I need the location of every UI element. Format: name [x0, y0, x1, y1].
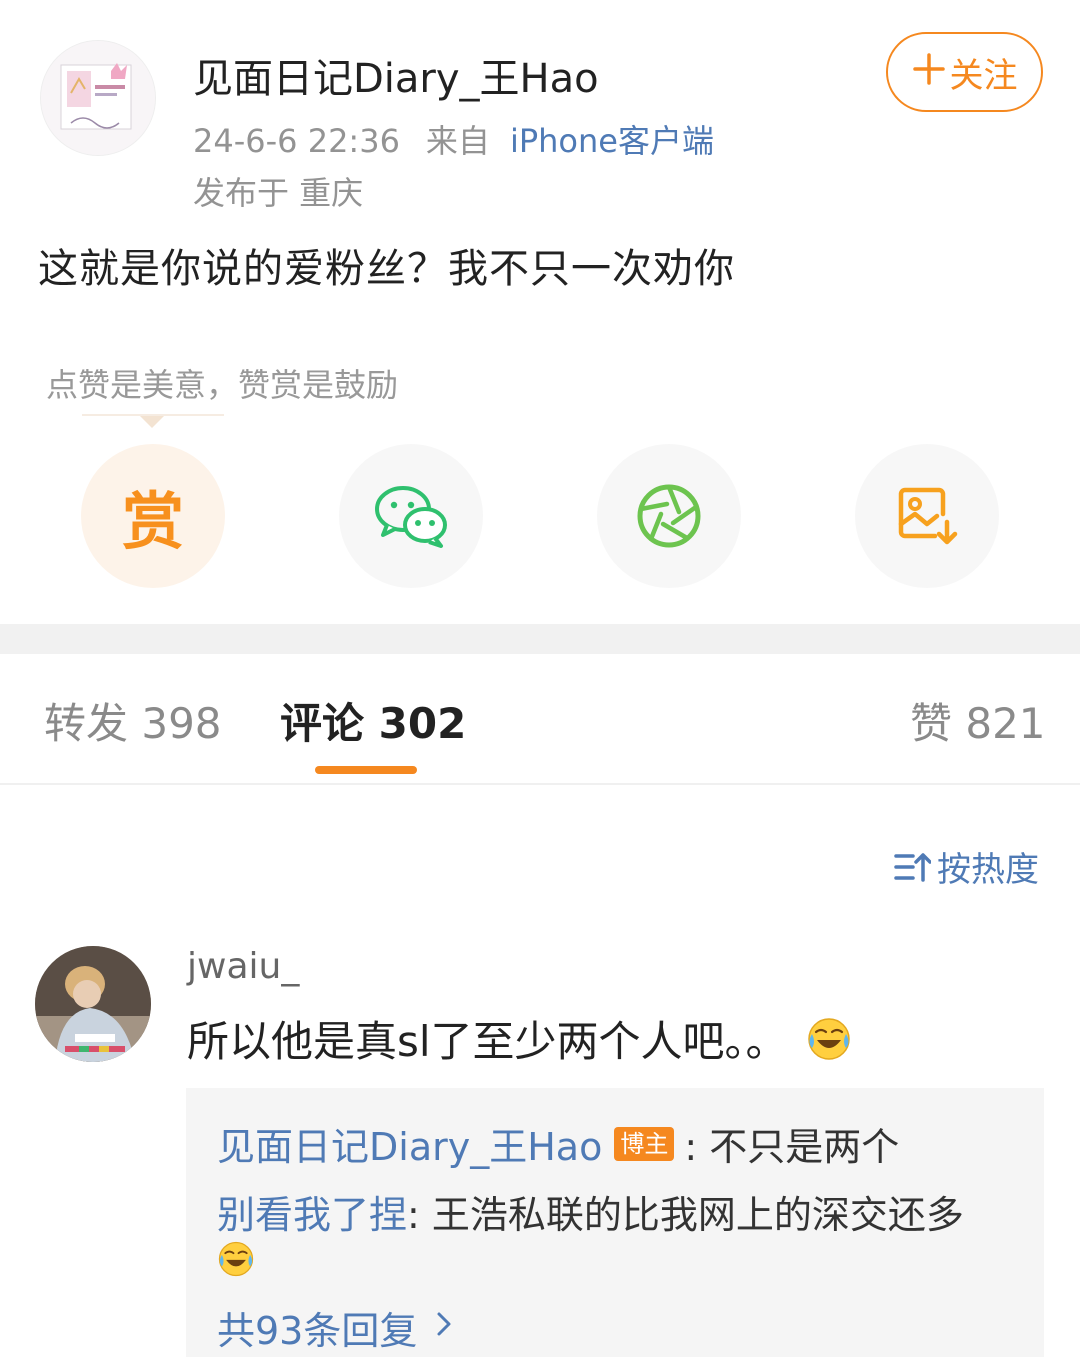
reply-item[interactable]: 别看我了捏 : 王浩私联的比我网上的深交还多 [217, 1184, 964, 1239]
post-source[interactable]: iPhone客户端 [510, 122, 714, 160]
reward-hint: 点赞是美意，赞赏是鼓励 [46, 366, 399, 404]
author-avatar[interactable] [40, 40, 156, 156]
laughing-crying-emoji-icon [218, 1241, 254, 1277]
moments-icon [637, 484, 701, 548]
active-tab-indicator [315, 766, 417, 774]
reward-icon: 赏 [121, 485, 184, 558]
reply-author[interactable]: 别看我了捏 [217, 1184, 407, 1239]
tab-comment[interactable]: 评论 302 [280, 690, 466, 751]
sort-by-hot-button[interactable]: 按热度 [893, 842, 1039, 891]
reply-emoji [217, 1240, 255, 1282]
author-name[interactable]: 见面日记Diary_王Hao [193, 46, 599, 104]
reward-button[interactable]: 赏 [81, 444, 225, 588]
post-meta: 24-6-6 22:36 来自 iPhone客户端 [193, 116, 714, 162]
laughing-crying-emoji-icon [807, 1017, 850, 1060]
wechat-share-button[interactable] [339, 444, 483, 588]
section-divider [0, 624, 1080, 654]
save-image-button[interactable] [855, 444, 999, 588]
tab-like[interactable]: 赞 821 [910, 690, 1046, 751]
commenter-name[interactable]: jwaiu_ [187, 946, 299, 987]
from-label: 来自 [425, 122, 490, 160]
wechat-icon [375, 486, 447, 548]
comment-text: 所以他是真sl了至少两个人吧。。 [187, 1008, 852, 1069]
reply-item[interactable]: 见面日记Diary_王Hao 博主 : 不只是两个 [217, 1116, 899, 1171]
tabs-divider [0, 783, 1080, 785]
commenter-avatar[interactable] [35, 946, 151, 1062]
plus-icon [912, 52, 946, 93]
post-text: 这就是你说的爱粉丝？我不只一次劝你 [38, 246, 735, 292]
follow-label: 关注 [949, 55, 1018, 96]
save-image-icon [898, 487, 958, 545]
post-timestamp: 24-6-6 22:36 [193, 122, 400, 160]
hint-caret [140, 416, 164, 428]
comment-body: 所以他是真sl了至少两个人吧。。 [187, 1017, 788, 1066]
follow-button[interactable]: 关注 [886, 32, 1043, 112]
moments-share-button[interactable] [597, 444, 741, 588]
reply-text: : 王浩私联的比我网上的深交还多 [407, 1193, 964, 1237]
view-more-replies-link[interactable]: 共93条回复 [217, 1300, 453, 1355]
tab-repost[interactable]: 转发 398 [44, 690, 222, 751]
sort-label: 按热度 [937, 850, 1039, 890]
reply-text: : 不只是两个 [684, 1125, 900, 1169]
author-badge: 博主 [614, 1126, 675, 1161]
chevron-right-icon [435, 1308, 453, 1348]
post-location: 发布于 重庆 [193, 174, 364, 212]
sort-icon [894, 852, 931, 882]
reply-author[interactable]: 见面日记Diary_王Hao [217, 1116, 602, 1171]
more-replies-label: 共93条回复 [217, 1309, 418, 1353]
